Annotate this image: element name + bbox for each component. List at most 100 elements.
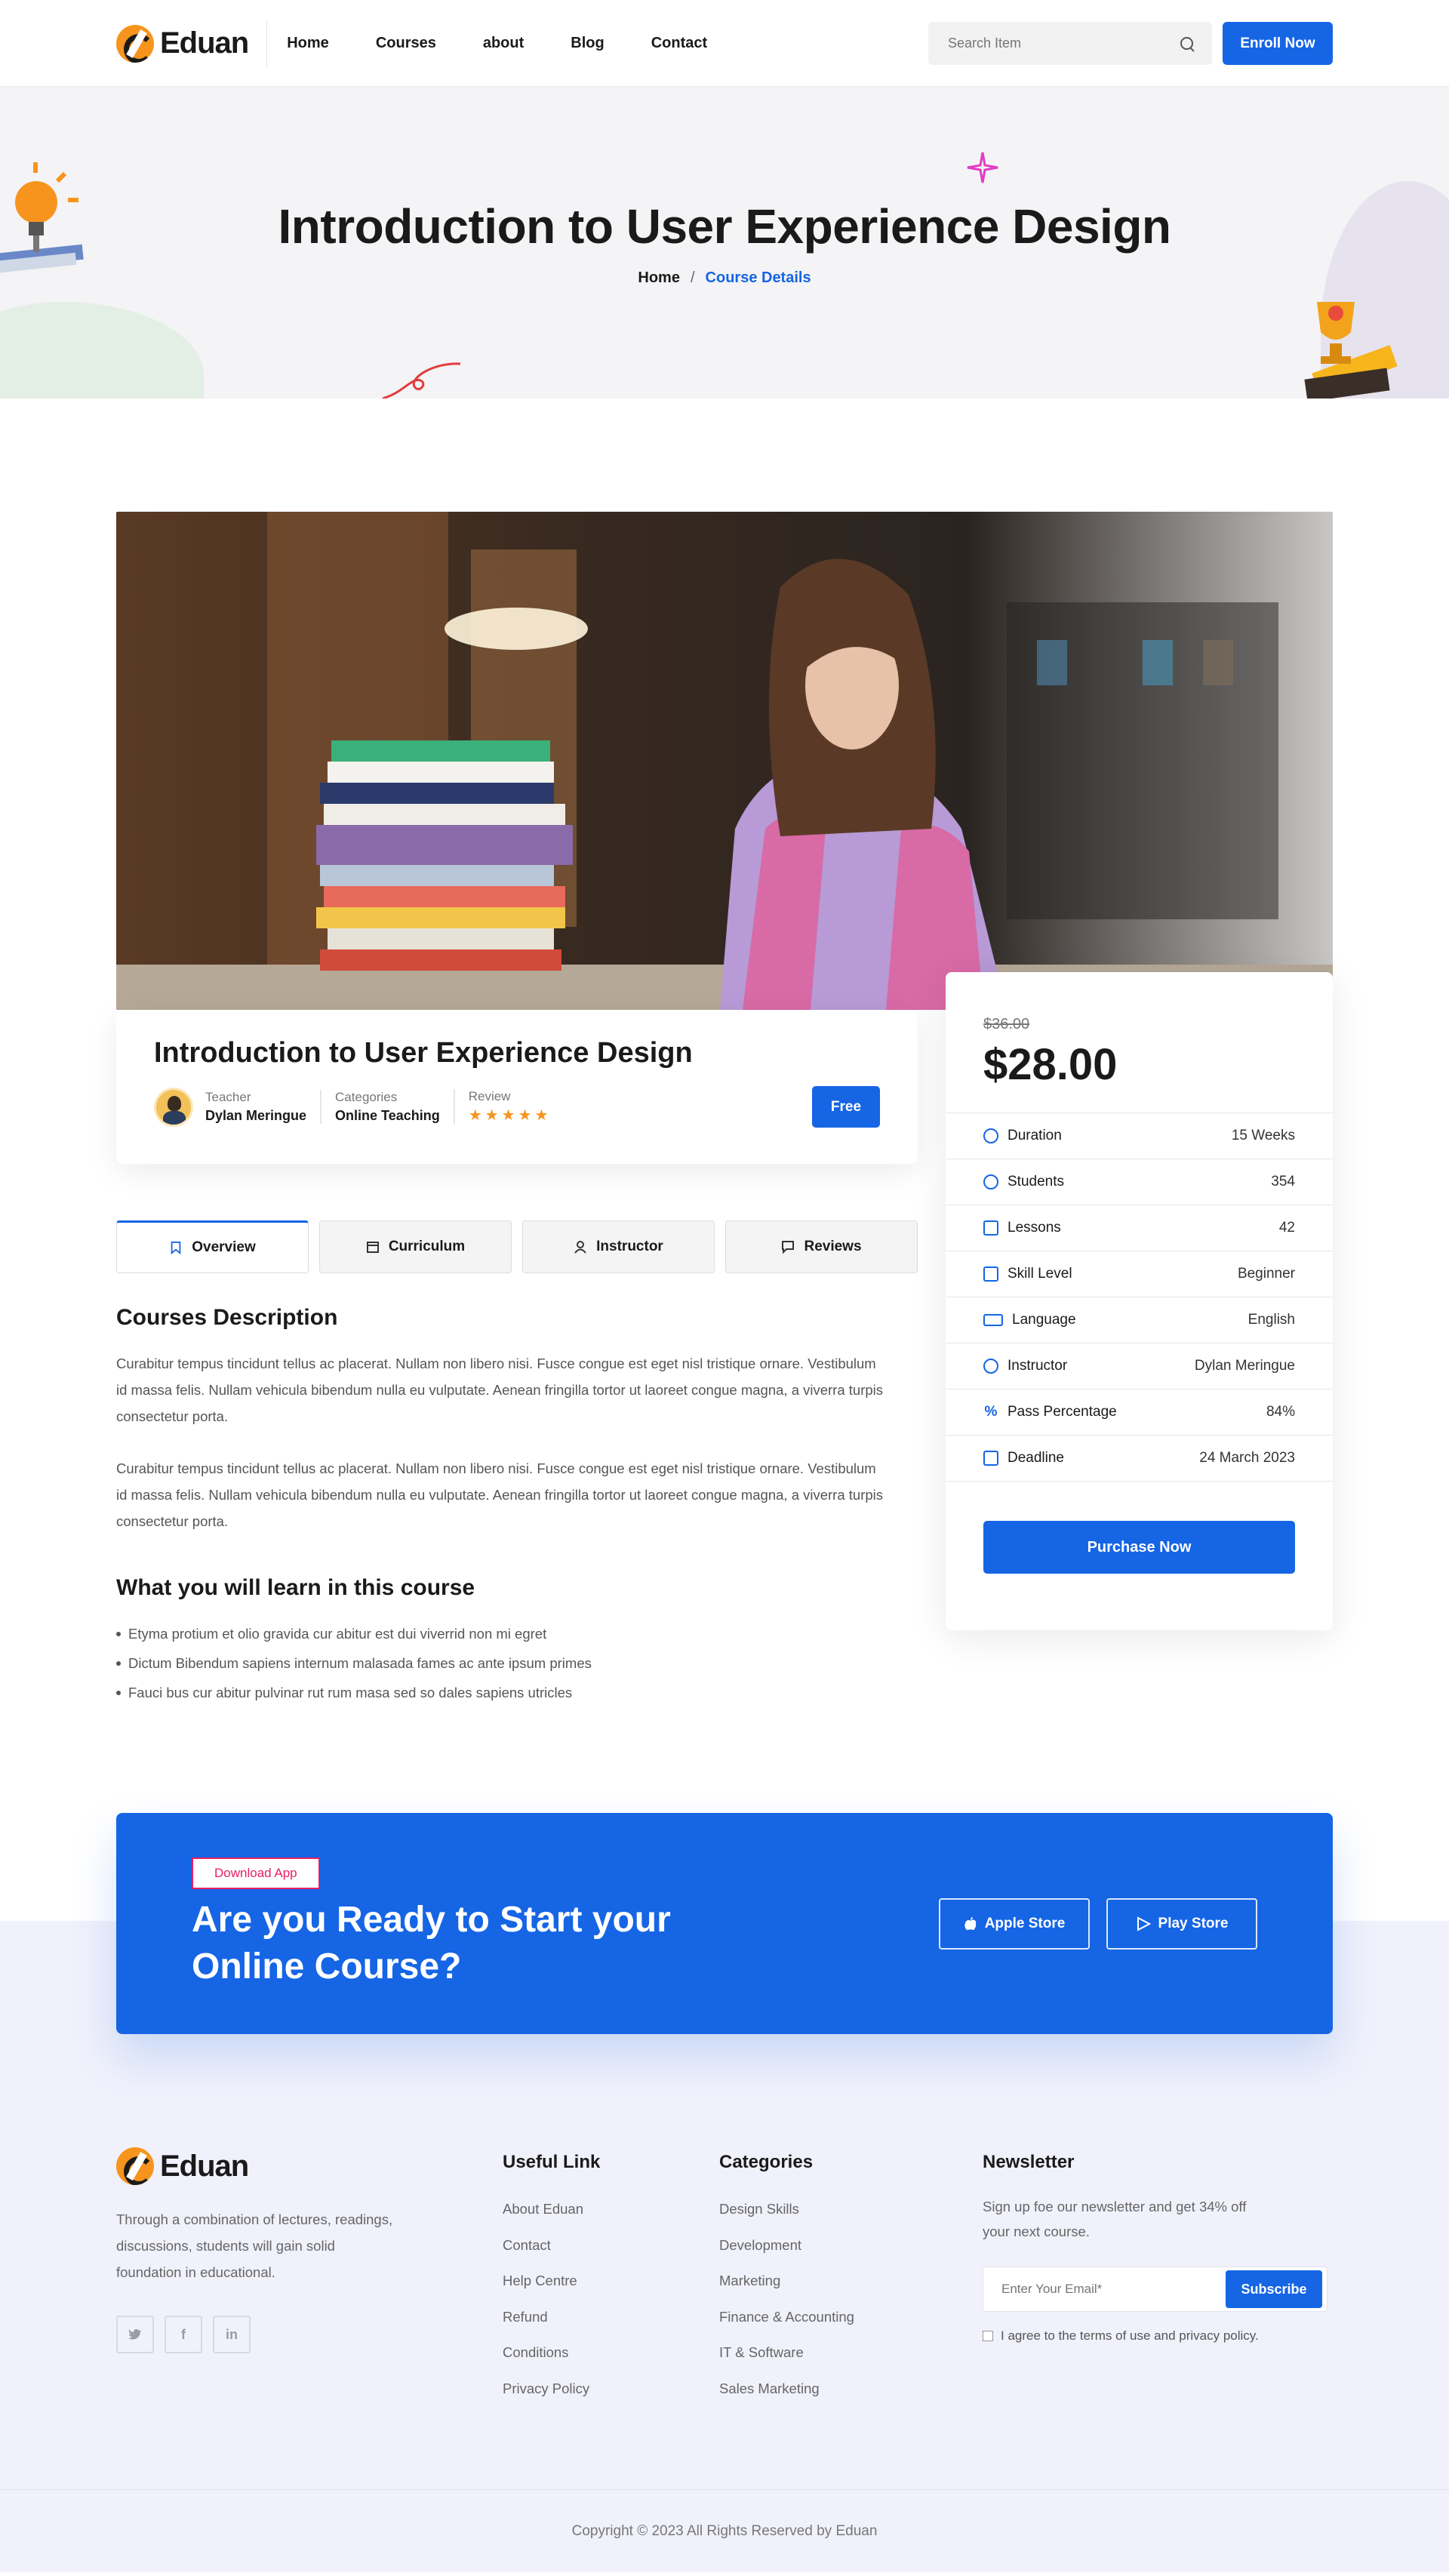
tab-label: Instructor (596, 1239, 663, 1254)
sparkle-icon (967, 152, 998, 183)
calendar-icon (366, 1242, 379, 1253)
spec-label: Students (1008, 1174, 1064, 1190)
footer-heading: Useful Link (503, 2152, 601, 2172)
teacher-name[interactable]: Dylan Meringue (205, 1108, 306, 1124)
review-label: Review (468, 1089, 511, 1103)
footer-link[interactable]: Design Skills (719, 2191, 983, 2227)
twitter-icon[interactable] (116, 2316, 154, 2353)
subscribe-button[interactable]: Subscribe (1226, 2270, 1322, 2308)
spec-value: 24 March 2023 (1199, 1450, 1295, 1466)
logo-text: Eduan (160, 2149, 249, 2183)
nav-contact[interactable]: Contact (651, 35, 707, 52)
spec-value: 42 (1278, 1220, 1295, 1236)
breadcrumb-current: Course Details (705, 269, 811, 286)
spec-label: Language (1012, 1312, 1076, 1328)
footer-heading: Newsletter (983, 2152, 1075, 2172)
footer-link[interactable]: IT & Software (719, 2334, 983, 2371)
logo-icon (116, 24, 154, 63)
spec-value: English (1247, 1312, 1295, 1328)
description-title: Courses Description (116, 1305, 338, 1330)
terms-label: I agree to the terms of use and privacy … (1001, 2328, 1259, 2343)
newsletter-form: Subscribe (983, 2267, 1327, 2312)
terms-checkbox[interactable] (983, 2331, 993, 2341)
main-nav: Home Courses about Blog Contact (287, 35, 754, 52)
spec-value: Beginner (1237, 1266, 1295, 1282)
enroll-button[interactable]: Enroll Now (1223, 22, 1333, 65)
tab-instructor[interactable]: Instructor (522, 1220, 715, 1273)
play-store-button[interactable]: Play Store (1106, 1897, 1257, 1950)
bookmark-icon (171, 1241, 181, 1254)
logo-icon (116, 2147, 154, 2185)
meta-categories: Categories Online Teaching (320, 1090, 454, 1124)
nav-blog[interactable]: Blog (571, 35, 604, 52)
tab-label: Reviews (804, 1239, 862, 1254)
spec-pass-percentage: % Pass Percentage 84% (946, 1390, 1333, 1436)
file-icon (983, 1220, 998, 1236)
footer-link[interactable]: About Eduan (503, 2191, 719, 2227)
trophy-icon (1304, 302, 1398, 399)
spec-label: Lessons (1008, 1220, 1061, 1236)
tab-curriculum[interactable]: Curriculum (319, 1220, 512, 1273)
footer-categories: Categories Design Skills Development Mar… (719, 2152, 983, 2406)
tab-label: Curriculum (388, 1239, 466, 1254)
play-icon (1137, 1916, 1151, 1931)
footer-link[interactable]: Contact (503, 2227, 719, 2264)
download-app-badge: Download App (192, 1857, 320, 1889)
email-field[interactable] (1001, 2282, 1226, 2297)
calendar-icon (983, 1451, 998, 1466)
categories-label: Categories (335, 1090, 398, 1104)
footer-link[interactable]: Conditions (503, 2334, 719, 2371)
spec-language: Language English (946, 1297, 1333, 1343)
footer-link[interactable]: Development (719, 2227, 983, 2264)
tab-reviews[interactable]: Reviews (725, 1220, 918, 1273)
social-links: f in (116, 2316, 503, 2353)
apple-store-button[interactable]: Apple Store (939, 1897, 1090, 1950)
nav-home[interactable]: Home (287, 35, 329, 52)
linkedin-icon[interactable]: in (213, 2316, 251, 2353)
footer-newsletter: Newsletter Sign up foe our newsletter an… (983, 2152, 1333, 2406)
footer-link[interactable]: Finance & Accounting (719, 2299, 983, 2335)
learn-list: Etyma protium et olio gravida cur abitur… (116, 1619, 918, 1707)
spec-deadline: Deadline 24 March 2023 (946, 1436, 1333, 1482)
breadcrumb: Home / Course Details (0, 269, 1449, 287)
free-button[interactable]: Free (812, 1086, 880, 1128)
star-rating: ★★★★★ (468, 1107, 552, 1124)
store-label: Play Store (1158, 1915, 1229, 1931)
course-main-column: Introduction to User Experience Design T… (116, 1010, 918, 1707)
category-name[interactable]: Online Teaching (335, 1108, 440, 1124)
meta-teacher: Teacher Dylan Meringue (205, 1090, 320, 1124)
tab-overview[interactable]: Overview (116, 1220, 309, 1273)
price-card: $36.00 $28.00 Duration 15 Weeks Students… (946, 972, 1333, 1630)
description-paragraph: Curabitur tempus tincidunt tellus ac pla… (116, 1460, 884, 1529)
search-icon[interactable] (1179, 35, 1195, 52)
page-banner: Introduction to User Experience Design H… (0, 87, 1449, 399)
search-input[interactable] (948, 35, 1159, 51)
pricing-sidebar: $36.00 $28.00 Duration 15 Weeks Students… (946, 972, 1333, 1707)
spec-duration: Duration 15 Weeks (946, 1113, 1333, 1159)
user-icon (574, 1241, 586, 1254)
spec-value: 354 (1271, 1174, 1295, 1190)
nav-courses[interactable]: Courses (376, 35, 436, 52)
footer-link[interactable]: Refund (503, 2299, 719, 2335)
spec-label: Duration (1008, 1128, 1062, 1143)
spec-students: Students 354 (946, 1159, 1333, 1205)
avatar (154, 1087, 193, 1127)
purchase-button[interactable]: Purchase Now (983, 1521, 1295, 1574)
footer-link[interactable]: Privacy Policy (503, 2371, 719, 2407)
breadcrumb-home[interactable]: Home (638, 269, 680, 286)
tab-label: Overview (192, 1239, 256, 1255)
list-item: Fauci bus cur abitur pulvinar rut rum ma… (116, 1678, 918, 1707)
list-item: Dictum Bibendum sapiens internum malasad… (116, 1648, 918, 1678)
logo-text: Eduan (160, 26, 249, 60)
footer-logo[interactable]: Eduan (116, 2147, 503, 2185)
logo[interactable]: Eduan (116, 24, 249, 63)
site-footer: Eduan Through a combination of lectures,… (0, 2034, 1449, 2572)
footer-link[interactable]: Marketing (719, 2263, 983, 2299)
facebook-icon[interactable]: f (165, 2316, 202, 2353)
footer-useful-links: Useful Link About Eduan Contact Help Cen… (503, 2152, 719, 2406)
nav-about[interactable]: about (483, 35, 524, 52)
footer-link[interactable]: Help Centre (503, 2263, 719, 2299)
apple-icon (964, 1916, 976, 1930)
footer-link[interactable]: Sales Marketing (719, 2371, 983, 2407)
spec-skill-level: Skill Level Beginner (946, 1251, 1333, 1297)
